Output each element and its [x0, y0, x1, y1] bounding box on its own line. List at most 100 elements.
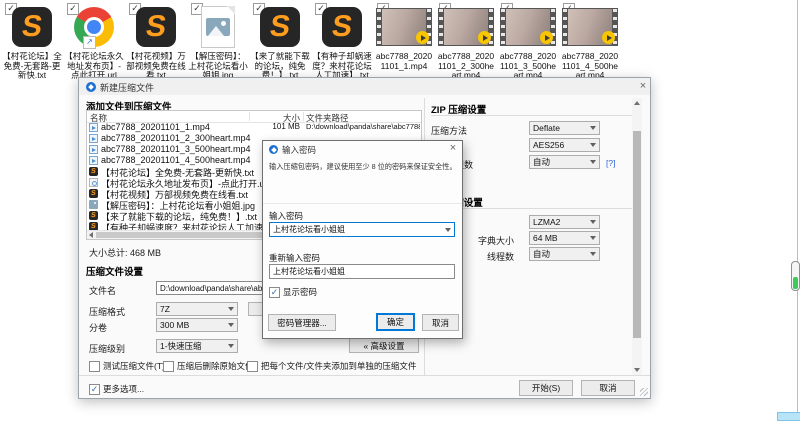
scroll-down-icon[interactable]: [632, 365, 642, 375]
file-icon: [89, 211, 98, 220]
file-icon: [89, 156, 98, 165]
file-icon: [89, 200, 98, 209]
file-name: abc7788_20201101_2_300heart.mp4: [101, 133, 250, 143]
test-archive-checkbox[interactable]: 测试压缩文件(T): [89, 360, 165, 372]
file-path: D:\download\panda\share\abc7788: [306, 122, 420, 131]
cancel-button[interactable]: 取消: [581, 380, 635, 396]
encryption-select[interactable]: AES256: [529, 138, 600, 152]
sublime-icon: [322, 7, 362, 47]
sublime-icon: [12, 7, 52, 47]
image-file-icon: [201, 6, 235, 48]
icon-art: [126, 5, 186, 49]
chevron-down-icon: [228, 323, 234, 327]
icon-art: [2, 5, 62, 49]
zip-settings-header: ZIP 压缩设置: [431, 102, 486, 116]
filmstrip-icon: [501, 9, 505, 45]
chrome-icon: ↗: [74, 7, 114, 47]
dialog-titlebar[interactable]: 新建压缩文件 ×: [79, 78, 650, 95]
level-select[interactable]: 1-快速压缩: [156, 339, 238, 353]
password-manager-button[interactable]: 密码管理器...: [268, 314, 336, 331]
total-size-label: 大小总计: 468 MB: [89, 246, 161, 259]
icon-art: [312, 5, 372, 49]
table-row[interactable]: abc7788_20201101_1.mp4101 MBD:\download\…: [87, 122, 421, 133]
checkbox-box[interactable]: [89, 361, 100, 372]
resize-grip[interactable]: [640, 388, 648, 396]
filename-label: 文件名: [89, 284, 116, 297]
chevron-down-icon: [590, 143, 596, 147]
image-glyph: [206, 18, 230, 36]
bottom-divider: [79, 375, 650, 376]
video-thumbnail: [562, 8, 618, 46]
file-icon: [89, 145, 98, 154]
format-select[interactable]: 7Z: [156, 302, 238, 316]
compression-method-label: 压缩方法: [431, 124, 467, 137]
file-name: abc7788_20201101_4_500heart.mp4: [101, 155, 250, 165]
play-icon: [478, 31, 491, 44]
sevenz-threads-select[interactable]: 自动: [529, 247, 600, 261]
zip-threads-select[interactable]: 自动: [529, 155, 600, 169]
confirm-password-label: 重新输入密码: [269, 252, 320, 264]
play-icon: [540, 31, 553, 44]
start-button[interactable]: 开始(S): [519, 380, 573, 396]
volume-label: 分卷: [89, 321, 107, 334]
chevron-down-icon: [590, 220, 596, 224]
scroll-left-icon[interactable]: [87, 231, 95, 239]
icon-art: [560, 5, 620, 49]
sublime-icon: [260, 7, 300, 47]
side-indicator-widget: [791, 261, 800, 291]
dict-size-select[interactable]: 64 MB: [529, 231, 600, 245]
column-divider[interactable]: [303, 112, 304, 121]
shortcut-arrow-icon: ↗: [83, 36, 96, 49]
hscrollbar-thumb[interactable]: [96, 232, 286, 238]
icon-art: ↗: [64, 5, 124, 49]
desktop-icon-label: 【村花论坛】全免费-无套路-更新快.txt: [2, 52, 62, 81]
checkbox-box[interactable]: ✓: [269, 287, 280, 298]
chrome-inner-circle: [87, 20, 101, 34]
play-icon: [416, 31, 429, 44]
show-password-checkbox[interactable]: ✓显示密码: [269, 286, 317, 298]
ok-button[interactable]: 确定: [376, 313, 415, 331]
section-divider: [431, 115, 632, 116]
advanced-settings-button[interactable]: « 高级设置: [349, 338, 419, 353]
close-icon[interactable]: ×: [636, 80, 650, 93]
chevron-down-icon: [590, 160, 596, 164]
password-hint-text: 输入压缩包密码，建议使用至少 8 位的密码来保证安全性。: [269, 162, 457, 172]
archive-settings-header: 压缩文件设置: [86, 264, 143, 278]
checkbox-box[interactable]: [247, 361, 258, 372]
icon-art: [374, 5, 434, 49]
compression-method-select[interactable]: Deflate: [529, 121, 600, 135]
video-thumbnail: [500, 8, 556, 46]
delete-after-checkbox[interactable]: 压缩后删除原始文件: [163, 360, 254, 372]
desktop-icon[interactable]: ✓【村花论坛】全免费-无套路-更新快.txt: [2, 2, 62, 94]
volume-select[interactable]: 300 MB: [156, 318, 238, 332]
chevron-down-icon: [590, 126, 596, 130]
close-icon[interactable]: ×: [446, 142, 460, 155]
checkbox-box[interactable]: [163, 361, 174, 372]
column-divider[interactable]: [249, 112, 250, 121]
panel-scrollbar[interactable]: [632, 98, 642, 375]
file-icon: [89, 178, 98, 187]
password-dialog-titlebar[interactable]: 输入密码 ×: [263, 141, 462, 157]
cancel-button[interactable]: 取消: [422, 314, 459, 331]
dialog-title: 新建压缩文件: [100, 81, 154, 94]
scrollbar-thumb[interactable]: [633, 131, 641, 338]
help-link[interactable]: [?]: [606, 158, 615, 168]
separate-archives-checkbox[interactable]: 把每个文件/文件夹添加到单独的压缩文件: [247, 360, 416, 372]
more-options-checkbox[interactable]: ✓更多选项...: [89, 383, 144, 395]
desktop: { "desktop": { "icons": [ {"type":"subli…: [0, 0, 800, 419]
password-input[interactable]: 上村花论坛看小姐姐: [269, 222, 455, 237]
scroll-up-icon[interactable]: [632, 98, 642, 108]
sevenz-method-select[interactable]: LZMA2: [529, 215, 600, 229]
chevron-down-icon[interactable]: [445, 228, 451, 232]
file-icon: [89, 167, 98, 176]
chevron-down-icon: [228, 307, 234, 311]
icon-art: [436, 5, 496, 49]
video-thumbnail: [438, 8, 494, 46]
checkbox-box[interactable]: ✓: [89, 384, 100, 395]
divider: [263, 203, 462, 204]
filmstrip-icon: [563, 9, 567, 45]
confirm-password-input[interactable]: 上村花论坛看小姐姐: [269, 264, 455, 279]
page-fold: [227, 6, 235, 14]
file-name: abc7788_20201101_3_500heart.mp4: [101, 144, 250, 154]
screen-edge-line: [797, 0, 798, 419]
